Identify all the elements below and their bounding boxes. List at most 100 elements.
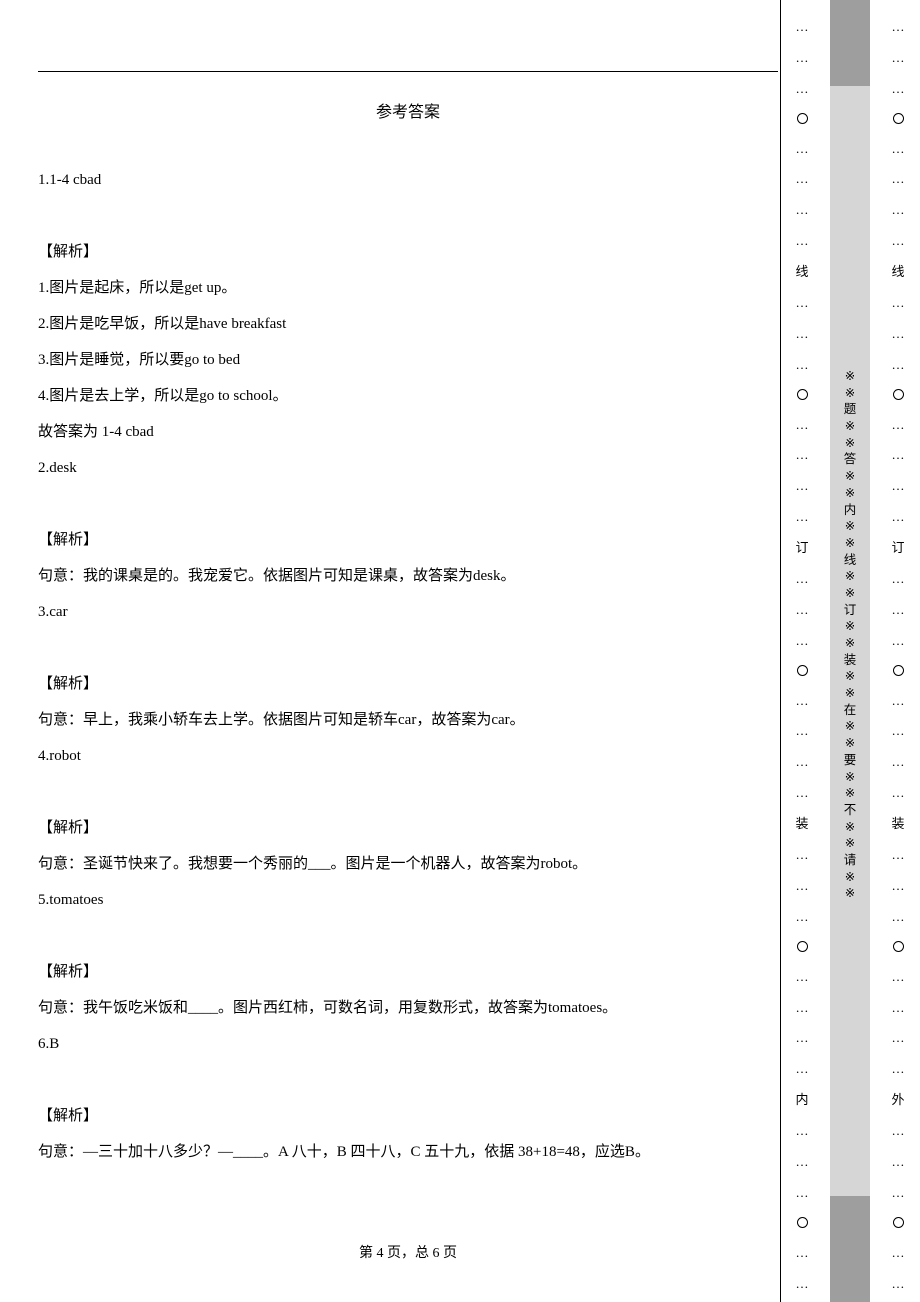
margin-glyph: … xyxy=(796,448,809,461)
punch-circle-icon xyxy=(893,113,904,124)
margin-glyph: … xyxy=(892,1186,905,1199)
margin-glyph: … xyxy=(796,848,809,861)
margin-glyph: … xyxy=(892,1277,905,1290)
text-line: 1.1-4 cbad xyxy=(38,162,778,198)
punch-circle-icon xyxy=(797,1217,808,1228)
margin-glyph: … xyxy=(796,572,809,585)
punch-circle-icon xyxy=(893,389,904,400)
text-line: 2.图片是吃早饭，所以是have breakfast xyxy=(38,306,778,342)
margin-glyph: 线 xyxy=(795,265,808,278)
margin-glyph: 装 xyxy=(844,654,857,667)
text-line: 故答案为 1-4 cbad xyxy=(38,414,778,450)
margin-glyph: … xyxy=(796,910,809,923)
margin-glyph: 订 xyxy=(844,604,857,617)
margin-separator xyxy=(780,0,781,1302)
margin-glyph: … xyxy=(796,479,809,492)
margin-glyph: 装 xyxy=(795,817,808,830)
grey-band-bottom xyxy=(830,1196,870,1302)
binding-margin: … … … … … … … 线 … … … … … … … 订 … … … … … … … 装 … … … … … … … 内 … … … … … ※ ※… xyxy=(780,0,920,1302)
margin-glyph: … xyxy=(892,172,905,185)
margin-glyph: ※ xyxy=(845,687,855,700)
text-line: 1.图片是起床，所以是get up。 xyxy=(38,270,778,306)
margin-glyph: … xyxy=(892,1062,905,1075)
margin-glyph: … xyxy=(892,879,905,892)
margin-glyph: 要 xyxy=(844,754,857,767)
text-line: 【解析】 xyxy=(38,666,778,702)
margin-glyph: … xyxy=(892,634,905,647)
text-line: 句意：我的课桌是的。我宠爱它。依据图片可知是课桌，故答案为desk。 xyxy=(38,558,778,594)
margin-glyph: 订 xyxy=(891,541,904,554)
text-line: 【解析】 xyxy=(38,954,778,990)
margin-glyph: ※ xyxy=(845,887,855,900)
margin-glyph: … xyxy=(892,82,905,95)
margin-glyph: … xyxy=(796,1277,809,1290)
margin-glyph: … xyxy=(892,694,905,707)
margin-glyph: … xyxy=(796,634,809,647)
margin-glyph: … xyxy=(892,1155,905,1168)
margin-glyph: … xyxy=(892,203,905,216)
margin-glyph: … xyxy=(796,755,809,768)
text-line: 6.B xyxy=(38,1026,778,1062)
text-line: 【解析】 xyxy=(38,522,778,558)
text-line: 4.robot xyxy=(38,738,778,774)
margin-glyph: … xyxy=(892,1124,905,1137)
margin-glyph: 不 xyxy=(844,804,857,817)
margin-glyph: … xyxy=(796,603,809,616)
punch-circle-icon xyxy=(893,1217,904,1228)
margin-glyph: 内 xyxy=(844,504,857,517)
margin-glyph: … xyxy=(796,694,809,707)
text-line: 【解析】 xyxy=(38,1098,778,1134)
page-footer: 第 4 页，总 6 页 xyxy=(38,1242,778,1262)
text-line: 2.desk xyxy=(38,450,778,486)
margin-glyph: … xyxy=(796,510,809,523)
margin-glyph: … xyxy=(796,1246,809,1259)
margin-col-center: ※※题※※答※※内※※线※※订※※装※※在※※要※※不※※请※※ xyxy=(840,370,860,900)
margin-glyph: … xyxy=(796,51,809,64)
margin-glyph: … xyxy=(892,296,905,309)
margin-glyph: ※ xyxy=(845,570,855,583)
margin-glyph: 内 xyxy=(795,1093,808,1106)
margin-glyph: ※ xyxy=(845,637,855,650)
margin-glyph: 在 xyxy=(844,704,857,717)
margin-glyph: ※ xyxy=(845,370,855,383)
margin-glyph: … xyxy=(892,572,905,585)
header-rule xyxy=(38,71,778,72)
margin-glyph: … xyxy=(796,203,809,216)
margin-glyph: ※ xyxy=(845,520,855,533)
margin-glyph: ※ xyxy=(845,787,855,800)
margin-glyph: … xyxy=(892,479,905,492)
margin-glyph: ※ xyxy=(845,871,855,884)
punch-circle-icon xyxy=(797,665,808,676)
margin-glyph: … xyxy=(796,1062,809,1075)
text-line: 句意：圣诞节快来了。我想要一个秀丽的___。图片是一个机器人，故答案为robot… xyxy=(38,846,778,882)
margin-glyph: ※ xyxy=(845,420,855,433)
body-content: 参考答案 1.1-4 cbad【解析】1.图片是起床，所以是get up。2.图… xyxy=(38,98,778,1170)
margin-glyph: … xyxy=(796,358,809,371)
blank-line xyxy=(38,1062,778,1098)
margin-glyph: … xyxy=(796,879,809,892)
margin-glyph: … xyxy=(892,20,905,33)
text-line: 句意：早上，我乘小轿车去上学。依据图片可知是轿车car，故答案为car。 xyxy=(38,702,778,738)
margin-glyph: ※ xyxy=(845,437,855,450)
margin-glyph: … xyxy=(892,327,905,340)
margin-glyph: ※ xyxy=(845,837,855,850)
margin-glyph: 订 xyxy=(795,541,808,554)
margin-glyph: … xyxy=(796,296,809,309)
margin-glyph: … xyxy=(892,510,905,523)
margin-glyph: … xyxy=(796,82,809,95)
text-line: 句意：我午饭吃米饭和____。图片西红柿，可数名词，用复数形式，故答案为toma… xyxy=(38,990,778,1026)
margin-glyph: … xyxy=(892,1031,905,1044)
margin-glyph: … xyxy=(796,970,809,983)
blank-line xyxy=(38,630,778,666)
margin-glyph: … xyxy=(796,418,809,431)
blank-line xyxy=(38,198,778,234)
margin-glyph: 装 xyxy=(891,817,904,830)
margin-glyph: … xyxy=(796,327,809,340)
margin-glyph: … xyxy=(892,234,905,247)
punch-circle-icon xyxy=(797,941,808,952)
margin-glyph: … xyxy=(796,234,809,247)
margin-glyph: ※ xyxy=(845,620,855,633)
margin-glyph: … xyxy=(796,20,809,33)
margin-glyph: … xyxy=(892,848,905,861)
margin-glyph: … xyxy=(892,910,905,923)
